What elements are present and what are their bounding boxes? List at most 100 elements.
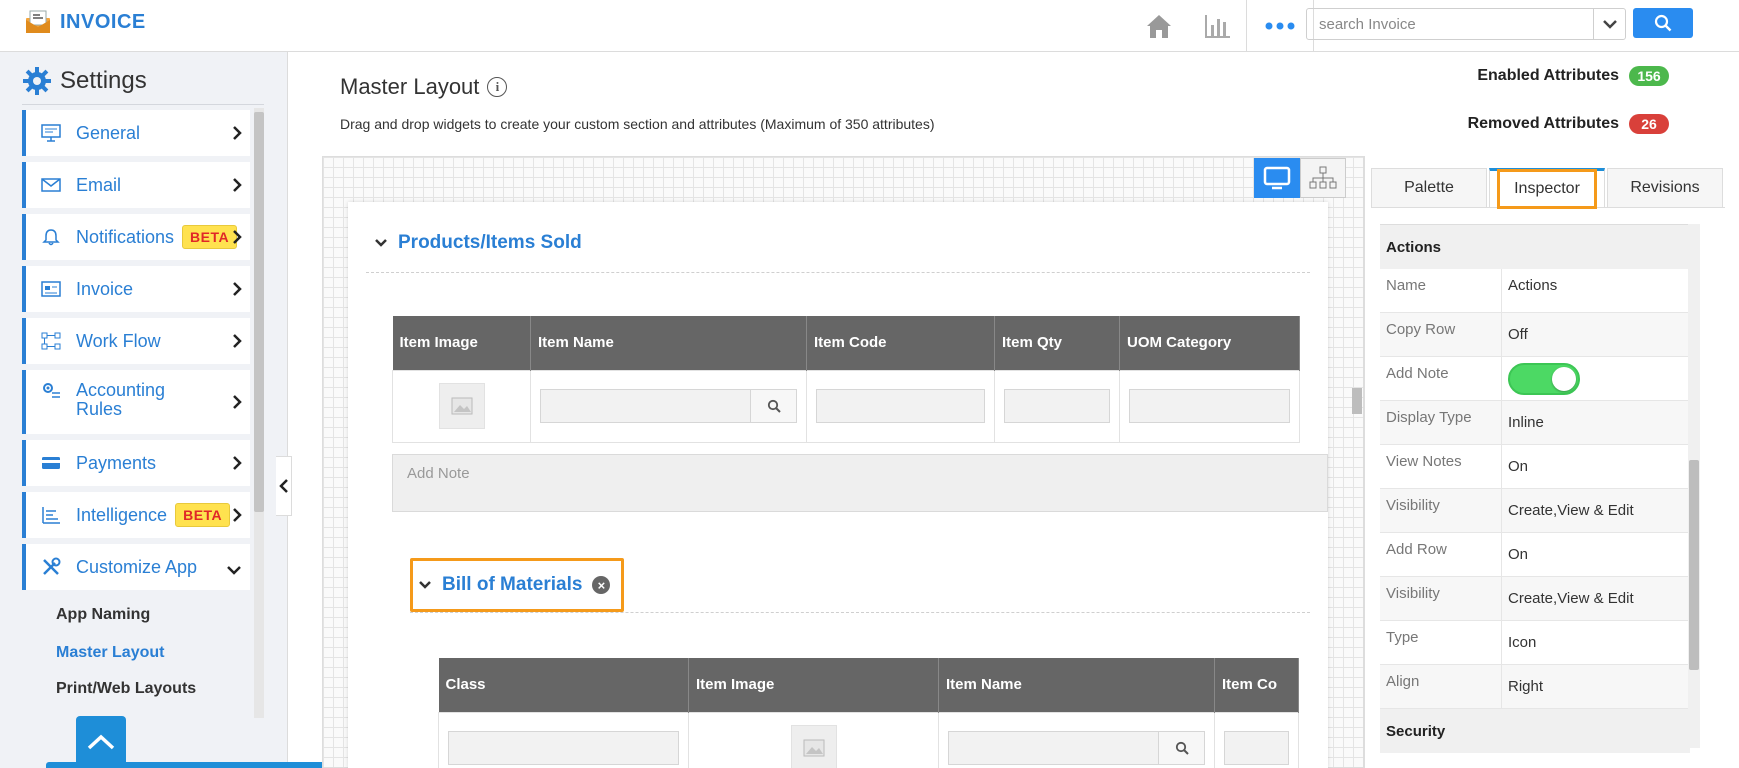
inspector-row[interactable]: Name Actions	[1380, 269, 1690, 313]
inspector-value[interactable]: Actions	[1502, 269, 1690, 312]
inspector-key: Copy Row	[1380, 313, 1502, 356]
tree-view-button[interactable]	[1300, 158, 1346, 198]
scrollbar-thumb[interactable]	[1689, 460, 1699, 670]
inspector-row[interactable]: View Notes On	[1380, 445, 1690, 489]
sidebar-item-work-flow[interactable]: Work Flow	[22, 318, 250, 364]
column-header[interactable]: Class	[438, 658, 689, 712]
sidebar-scrollbar[interactable]	[254, 108, 264, 718]
item-name-field[interactable]	[948, 731, 1205, 765]
enabled-count-badge: 156	[1629, 66, 1669, 86]
column-header[interactable]: Item Qty	[994, 316, 1120, 370]
sidebar-item-label: Email	[76, 174, 122, 195]
inspector-value[interactable]: Icon	[1502, 621, 1690, 664]
section-products-header[interactable]: Products/Items Sold	[374, 232, 582, 254]
resize-handle[interactable]	[1352, 388, 1362, 414]
tab-inspector[interactable]: Inspector	[1489, 168, 1605, 209]
column-header[interactable]: Item Co	[1214, 658, 1299, 712]
column-header[interactable]: UOM Category	[1119, 316, 1300, 370]
brand[interactable]: INVOICE	[24, 10, 146, 34]
chevron-down-icon	[375, 239, 387, 247]
settings-header: Settings	[22, 66, 147, 96]
column-header[interactable]: Item Name	[530, 316, 807, 370]
inspector-value[interactable]: On	[1502, 445, 1690, 488]
item-qty-field[interactable]	[1004, 389, 1110, 423]
bom-highlight-box	[410, 558, 624, 612]
tab-palette[interactable]: Palette	[1371, 168, 1487, 207]
item-code-field[interactable]	[1224, 731, 1289, 765]
inspector-value[interactable]: Inline	[1502, 401, 1690, 444]
scrollbar-thumb[interactable]	[254, 112, 264, 512]
search-icon[interactable]	[1158, 732, 1204, 764]
enabled-attributes[interactable]: Enabled Attributes 156	[1477, 66, 1669, 86]
search-input[interactable]	[1307, 9, 1593, 39]
inspector-value[interactable]: Create,View & Edit	[1502, 489, 1690, 532]
collapse-sidebar-button[interactable]	[276, 456, 292, 516]
class-field[interactable]	[448, 731, 679, 765]
sub-item-master-layout[interactable]: Master Layout	[56, 644, 164, 662]
bar-chart-icon[interactable]	[1188, 0, 1246, 52]
sidebar-item-intelligence[interactable]: Intelligence BETA	[22, 492, 250, 538]
inspector-value[interactable]: Right	[1502, 665, 1690, 708]
uom-category-field[interactable]	[1129, 389, 1290, 423]
inspector-value[interactable]: On	[1502, 533, 1690, 576]
inspector-key: Align	[1380, 665, 1502, 708]
search-box	[1306, 8, 1626, 40]
inspector-row[interactable]: Visibility Create,View & Edit	[1380, 577, 1690, 621]
top-bar: INVOICE	[0, 0, 1739, 52]
add-note-field[interactable]: Add Note	[392, 454, 1328, 512]
sitemap-icon	[1309, 166, 1337, 189]
search-icon[interactable]	[750, 390, 796, 422]
inspector-value[interactable]: Create,View & Edit	[1502, 577, 1690, 620]
inspector-section-header: Actions	[1380, 225, 1690, 269]
home-icon[interactable]	[1130, 0, 1188, 52]
image-placeholder-icon[interactable]	[790, 725, 837, 768]
item-code-field[interactable]	[816, 389, 985, 423]
inspector-row[interactable]: Display Type Inline	[1380, 401, 1690, 445]
products-table: Item Image Item Name Item Code Item Qty …	[392, 316, 1300, 443]
column-header[interactable]: Item Code	[806, 316, 995, 370]
more-icon[interactable]	[1246, 0, 1314, 52]
scroll-top-button[interactable]	[76, 716, 126, 768]
search-button[interactable]	[1633, 8, 1693, 38]
sidebar-item-accounting-rules[interactable]: Accounting Rules	[22, 370, 250, 434]
sidebar-item-payments[interactable]: Payments	[22, 440, 250, 486]
divider	[366, 272, 1310, 273]
removed-attributes[interactable]: Removed Attributes 26	[1468, 114, 1669, 134]
inspector-value[interactable]: Off	[1502, 313, 1690, 356]
item-name-field[interactable]	[540, 389, 797, 423]
sidebar-item-customize-app[interactable]: Customize App	[22, 544, 250, 590]
sub-item-app-naming[interactable]: App Naming	[56, 606, 150, 624]
sidebar-item-notifications[interactable]: Notifications BETA	[22, 214, 250, 260]
sidebar-item-general[interactable]: General	[22, 110, 250, 156]
column-header[interactable]: Item Image	[688, 658, 939, 712]
add-note-toggle[interactable]	[1508, 362, 1580, 395]
sidebar-item-email[interactable]: Email	[22, 162, 250, 208]
inspector-row[interactable]: Align Right	[1380, 665, 1690, 709]
table-header-row: Class Item Image Item Name Item Co	[438, 658, 1299, 712]
inspector-row[interactable]: Add Note	[1380, 357, 1690, 401]
image-placeholder-icon[interactable]	[438, 383, 485, 429]
inspector-scrollbar[interactable]	[1688, 224, 1700, 748]
inspector-key: Name	[1380, 269, 1502, 312]
inspector-row[interactable]: Add Row On	[1380, 533, 1690, 577]
column-header[interactable]: Item Image	[392, 316, 531, 370]
tab-revisions[interactable]: Revisions	[1607, 168, 1723, 207]
inspector-row[interactable]: Type Icon	[1380, 621, 1690, 665]
sidebar-item-label: Customize App	[76, 556, 198, 577]
inspector-key: Add Row	[1380, 533, 1502, 576]
info-icon[interactable]: i	[487, 77, 508, 97]
table-cell	[994, 369, 1120, 443]
chevron-down-icon[interactable]	[1593, 9, 1625, 39]
tab-label: Revisions	[1630, 179, 1700, 196]
column-header[interactable]: Item Name	[938, 658, 1215, 712]
card-icon	[40, 455, 62, 471]
table-cell	[1119, 369, 1300, 443]
inspector-row[interactable]: Copy Row Off	[1380, 313, 1690, 357]
gear-icon	[23, 67, 51, 95]
inspector-row[interactable]: Visibility Create,View & Edit	[1380, 489, 1690, 533]
inspector-key: Visibility	[1380, 489, 1502, 532]
desktop-view-button[interactable]	[1254, 158, 1300, 198]
chevron-right-icon	[232, 281, 242, 300]
sidebar-item-invoice[interactable]: Invoice	[22, 266, 250, 312]
sub-item-print-web-layouts[interactable]: Print/Web Layouts	[56, 680, 196, 698]
